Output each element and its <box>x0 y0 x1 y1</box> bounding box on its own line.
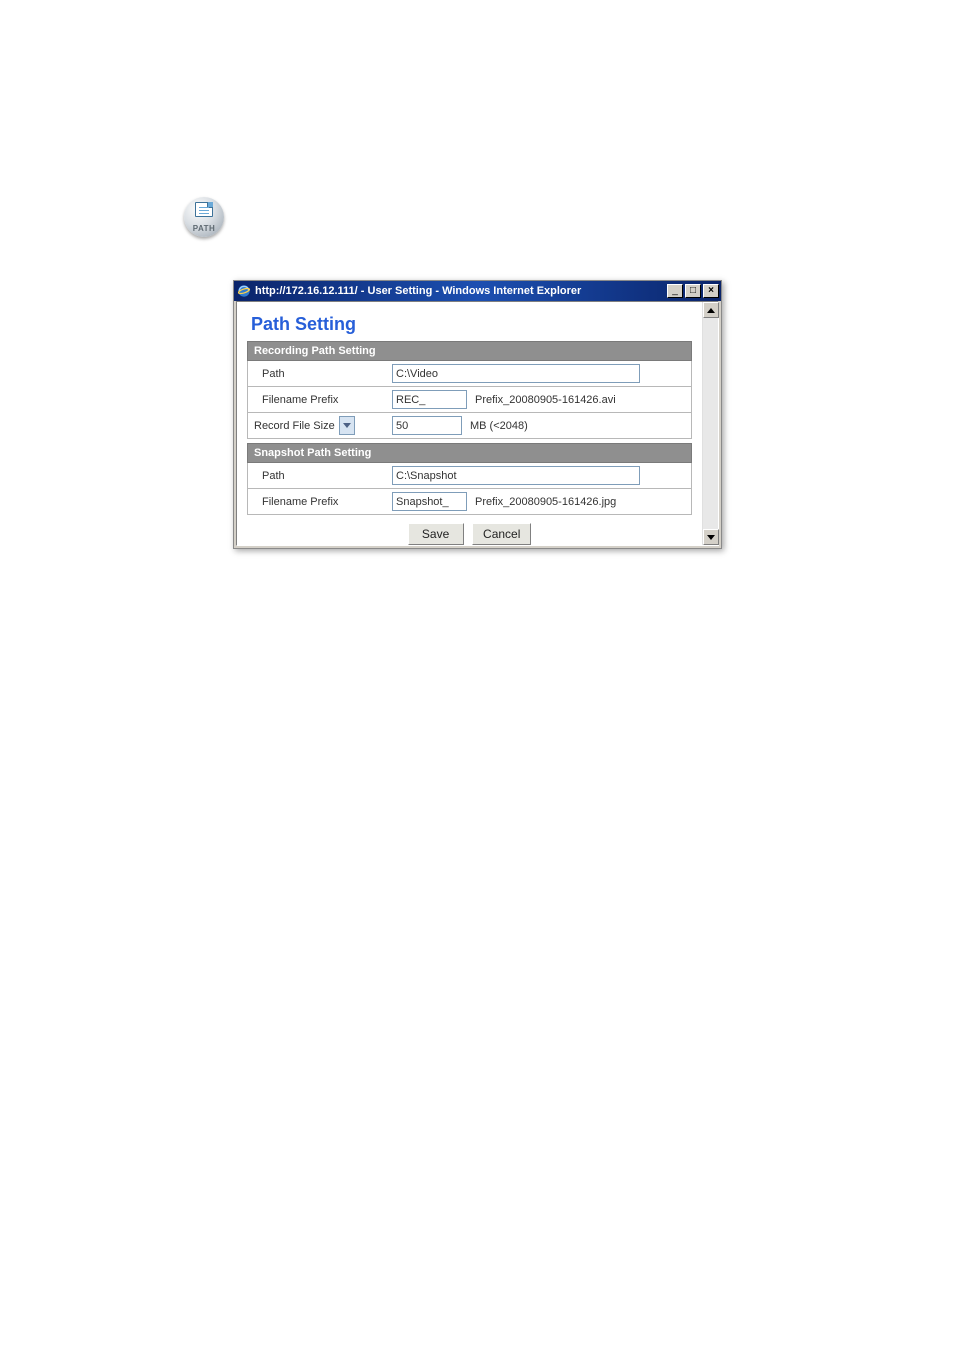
snapshot-prefix-input[interactable] <box>392 492 467 511</box>
snapshot-prefix-row: Filename Prefix Prefix_20080905-161426.j… <box>247 489 692 515</box>
ie-window: http://172.16.12.111/ - User Setting - W… <box>233 280 722 549</box>
snapshot-path-row: Path <box>247 463 692 489</box>
snapshot-prefix-hint: Prefix_20080905-161426.jpg <box>475 496 616 508</box>
recording-prefix-row: Filename Prefix Prefix_20080905-161426.a… <box>247 387 692 413</box>
recording-prefix-input[interactable] <box>392 390 467 409</box>
vertical-scrollbar[interactable] <box>702 302 718 545</box>
scroll-track[interactable] <box>703 318 718 529</box>
record-file-size-row: Record File Size MB (<2048) <box>247 413 692 439</box>
snapshot-section-header: Snapshot Path Setting <box>247 443 692 463</box>
record-file-size-hint: MB (<2048) <box>470 420 528 432</box>
cancel-button[interactable]: Cancel <box>472 523 531 545</box>
button-row: Save Cancel <box>247 523 692 545</box>
page-content: Path Setting Recording Path Setting Path… <box>237 302 702 545</box>
recording-path-label: Path <box>248 364 388 384</box>
path-icon-button[interactable]: PATH <box>184 197 224 237</box>
snapshot-prefix-label: Filename Prefix <box>248 492 388 512</box>
recording-path-row: Path <box>247 361 692 387</box>
recording-section-header: Recording Path Setting <box>247 341 692 361</box>
minimize-button[interactable]: _ <box>667 284 683 298</box>
scroll-up-button[interactable] <box>703 302 719 318</box>
chevron-down-icon <box>343 423 351 428</box>
snapshot-path-input[interactable] <box>392 466 640 485</box>
recording-path-input[interactable] <box>392 364 640 383</box>
scroll-down-button[interactable] <box>703 529 719 545</box>
maximize-button[interactable]: □ <box>685 284 701 298</box>
save-button[interactable]: Save <box>408 523 464 545</box>
recording-prefix-label: Filename Prefix <box>248 390 388 410</box>
titlebar[interactable]: http://172.16.12.111/ - User Setting - W… <box>234 281 721 301</box>
recording-prefix-hint: Prefix_20080905-161426.avi <box>475 394 616 406</box>
record-file-size-label: Record File Size <box>254 420 335 432</box>
page-title: Path Setting <box>251 314 692 335</box>
snapshot-path-label: Path <box>248 466 388 486</box>
path-icon-label: PATH <box>184 224 224 233</box>
window-title: http://172.16.12.111/ - User Setting - W… <box>255 285 665 297</box>
close-button[interactable]: × <box>703 284 719 298</box>
client-area: Path Setting Recording Path Setting Path… <box>236 301 719 546</box>
ie-logo-icon <box>237 284 251 298</box>
record-file-size-input[interactable] <box>392 416 462 435</box>
document-icon <box>195 202 213 217</box>
record-file-size-dropdown[interactable] <box>339 416 355 435</box>
